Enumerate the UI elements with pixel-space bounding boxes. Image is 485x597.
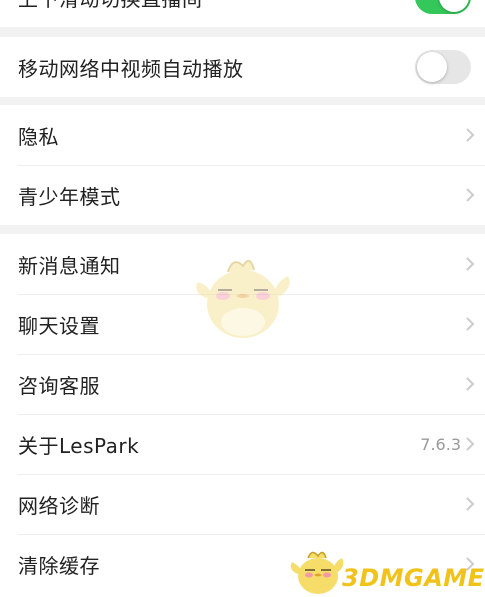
chevron-right-icon [466,497,475,511]
settings-row-label: 青少年模式 [18,184,121,209]
chevron-right-icon [466,188,475,202]
settings-row-label: 咨询客服 [18,373,100,398]
settings-row-label: 隐私 [18,124,59,149]
chevron-right-icon [466,437,475,451]
chevron-right-icon [466,257,475,271]
chevron-right-icon [466,317,475,331]
chevron-right-icon [466,128,475,142]
toggle-knob [417,52,447,82]
settings-row-customer-service[interactable]: 咨询客服 [0,354,485,414]
settings-row-label: 清除缓存 [18,553,100,578]
app-version: 7.6.3 [420,434,461,454]
video-settings-section: 上下滑动切换直播间 [0,0,485,27]
live-swipe-toggle[interactable] [415,0,471,14]
privacy-section: 隐私 青少年模式 [0,105,485,225]
settings-row-network-diagnosis[interactable]: 网络诊断 [0,474,485,534]
toggle-knob [439,0,469,12]
chevron-right-icon [466,377,475,391]
settings-row-label: 网络诊断 [18,493,100,518]
settings-row-mobile-autoplay[interactable]: 移动网络中视频自动播放 [0,37,485,97]
settings-row-teen-mode[interactable]: 青少年模式 [0,165,485,225]
watermark-text: 3DMGAME [342,564,485,592]
settings-row-label: 移动网络中视频自动播放 [18,56,244,81]
mascot-logo-icon [290,551,344,594]
mobile-autoplay-toggle[interactable] [415,50,471,84]
settings-row-live-swipe[interactable]: 上下滑动切换直播间 [0,0,485,27]
settings-row-privacy[interactable]: 隐私 [0,105,485,165]
settings-row-about[interactable]: 关于LesPark 7.6.3 [0,414,485,474]
settings-row-label: 聊天设置 [18,313,100,338]
settings-row-label: 新消息通知 [18,253,121,278]
mascot-watermark-icon [196,259,290,338]
autoplay-section: 移动网络中视频自动播放 [0,37,485,97]
settings-row-label: 关于LesPark [18,433,140,458]
settings-row-label: 上下滑动切换直播间 [18,0,203,12]
